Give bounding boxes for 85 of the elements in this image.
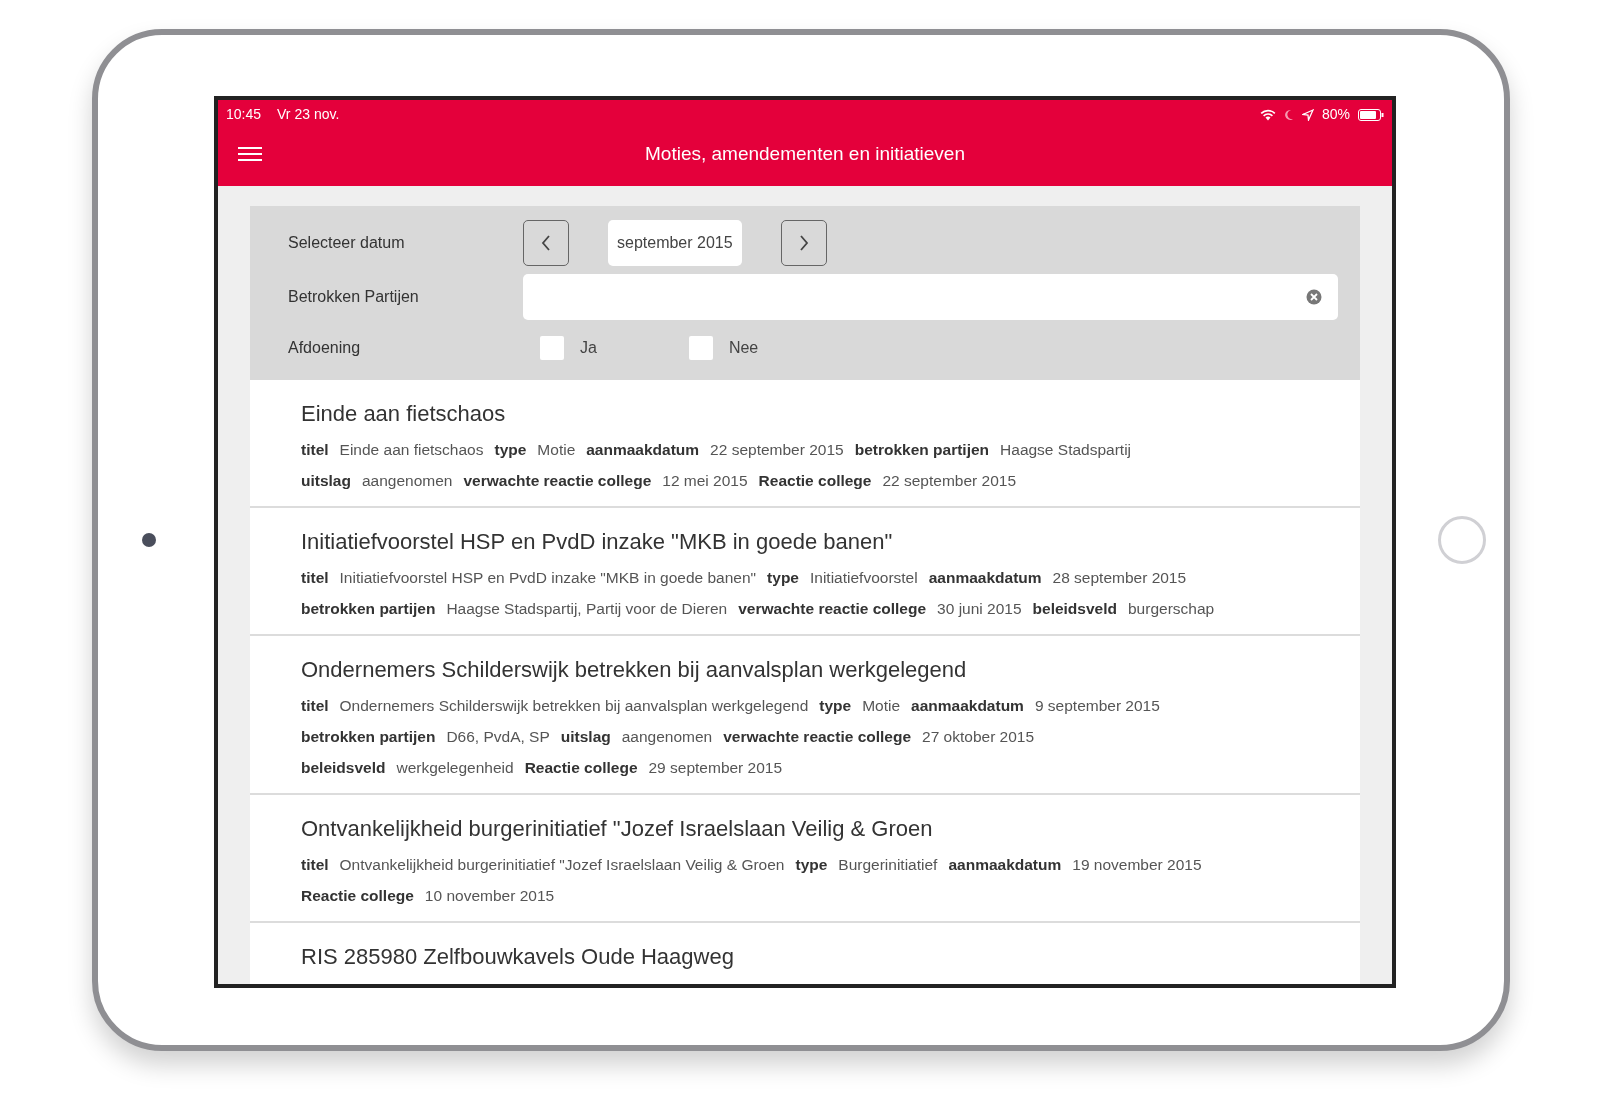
item-title: Initiatiefvoorstel HSP en PvdD inzake "MKB in goede banen": [301, 527, 894, 556]
field-label: verwachte reactie college: [463, 471, 652, 489]
field-label: type: [767, 568, 799, 586]
field-label: betrokken partijen: [301, 727, 436, 745]
field-label: beleidsveld: [1032, 599, 1117, 617]
next-month-button[interactable]: [780, 219, 827, 266]
field-label: Afdoening: [288, 337, 362, 358]
wifi-icon: [1259, 108, 1276, 121]
battery-icon: [1358, 108, 1384, 121]
field-value: 22 september 2015: [882, 471, 1017, 489]
field-label: titel: [301, 696, 329, 714]
list-item[interactable]: [250, 379, 1360, 508]
checkbox-label: Nee: [728, 337, 759, 358]
list-item[interactable]: [250, 794, 1360, 923]
field-label: verwachte reactie college: [723, 727, 912, 745]
location-arrow-icon: [1301, 108, 1314, 121]
checkbox[interactable]: [688, 335, 713, 360]
field-label: Reactie college: [524, 758, 638, 776]
item-title: RIS 285980 Zelfbouwkavels Oude Haagweg: [301, 942, 735, 971]
field-label: type: [795, 855, 828, 873]
field-label: type: [819, 696, 852, 714]
field-value: 22 september 2015: [710, 440, 844, 458]
field-label: Selecteer datum: [288, 232, 406, 253]
field-label: aanmaakdatum: [948, 855, 1062, 873]
status-time: 10:45: [226, 105, 262, 124]
list-item[interactable]: RIS 285980 Zelfbouwkavels Oude Haagweg: [250, 922, 1360, 984]
field-value: werkgelegenheid: [396, 758, 514, 776]
field-value: 29 september 2015: [648, 758, 783, 776]
field-value: 12 mei 2015: [662, 471, 748, 489]
field-value: 27 oktober 2015: [922, 727, 1035, 745]
field-value: 9 september 2015: [1034, 696, 1160, 714]
field-label: titel: [301, 568, 329, 586]
field-label: Betrokken Partijen: [288, 286, 420, 307]
field-label: aanmaakdatum: [928, 568, 1042, 586]
field-label: type: [494, 440, 527, 458]
previous-month-button[interactable]: [523, 219, 569, 266]
field-value: aangenomen: [361, 471, 453, 489]
camera-dot: [142, 533, 156, 547]
field-value: 10 november 2015: [424, 886, 555, 904]
field-value: aangenomen: [621, 727, 713, 745]
field-label: aanmaakdatum: [586, 440, 700, 458]
field-value: 28 september 2015: [1052, 568, 1187, 586]
battery-percentage: 80%: [1321, 105, 1350, 124]
field-value: 19 november 2015: [1072, 855, 1202, 873]
field-value: D66, PvdA, SP: [446, 727, 550, 745]
field-label: uitslag: [301, 471, 351, 489]
field-value: Motie: [537, 440, 576, 458]
list-item[interactable]: [250, 635, 1360, 795]
field-label: Reactie college: [758, 471, 872, 489]
status-date: Vr 23 nov.: [277, 105, 340, 124]
item-title: Einde aan fietschaos: [301, 399, 507, 428]
menu-button[interactable]: [238, 145, 262, 162]
field-label: betrokken partijen: [301, 599, 436, 617]
field-value: Ontvankelijkheid burgerinitiatief "Jozef Israelslaan Veilig & Groen: [339, 855, 785, 873]
field-label: verwachte reactie college: [738, 599, 927, 617]
moon-icon: [1283, 108, 1294, 121]
field-value: Motie: [862, 696, 901, 714]
field-value: Ondernemers Schilderswijk betrekken bij aanvalsplan werkgelegend: [339, 696, 809, 714]
field-value: Burgerinitiatief: [838, 855, 938, 873]
parties-input-field[interactable]: [523, 273, 1338, 320]
item-title: Ontvankelijkheid burgerinitiatief "Jozef Israelslaan Veilig & Groen: [301, 814, 934, 843]
list-item[interactable]: [250, 507, 1360, 636]
field-label: betrokken partijen: [854, 440, 990, 458]
menu-icon: [238, 145, 262, 162]
field-label: uitslag: [560, 727, 611, 745]
item-title: Ondernemers Schilderswijk betrekken bij aanvalsplan werkgelegend: [301, 655, 968, 684]
field-label: titel: [301, 440, 329, 458]
clear-icon[interactable]: [1306, 288, 1322, 305]
page-title: Moties, amendementen en initiatieven: [645, 141, 965, 166]
field-value: Einde aan fietschaos: [339, 440, 484, 458]
checkbox-label: Ja: [580, 337, 597, 358]
checkbox[interactable]: [540, 335, 564, 360]
field-value: Initiatiefvoorstel: [810, 568, 918, 586]
date-value[interactable]: september 2015: [608, 219, 742, 266]
chevron-left-icon: [541, 234, 551, 251]
field-label: Reactie college: [301, 886, 414, 904]
field-label: titel: [301, 855, 329, 873]
field-label: aanmaakdatum: [911, 696, 1024, 714]
chevron-right-icon: [798, 234, 809, 251]
field-value: 30 juni 2015: [937, 599, 1022, 617]
field-value: Haagse Stadspartij, Partij voor de Dieren: [446, 599, 728, 617]
field-value: Haagse Stadspartij: [1000, 440, 1132, 458]
field-label: beleidsveld: [301, 758, 386, 776]
field-value: burgerschap: [1128, 599, 1215, 617]
field-value: Initiatiefvoorstel HSP en PvdD inzake "MKB in goede banen": [339, 568, 757, 586]
